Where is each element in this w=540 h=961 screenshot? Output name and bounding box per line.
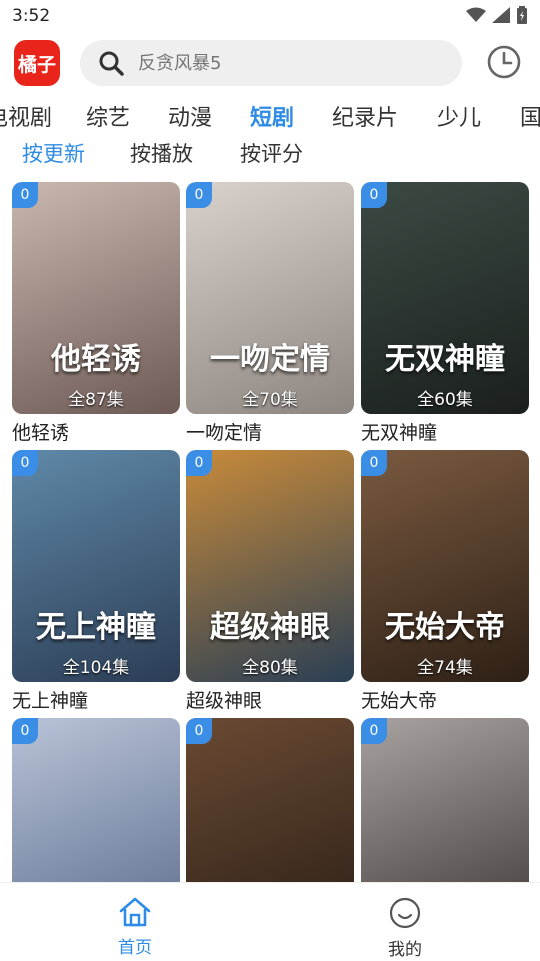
drama-poster[interactable]: 他轻诱 0 全87集 bbox=[12, 182, 180, 414]
drama-card[interactable]: 0 bbox=[186, 718, 354, 882]
tab-tv[interactable]: 电视剧 bbox=[0, 100, 52, 132]
wifi-icon bbox=[466, 7, 486, 22]
signal-icon bbox=[492, 7, 510, 23]
poster-title: 无双神瞳 bbox=[385, 342, 505, 377]
episode-count: 全87集 bbox=[68, 390, 124, 410]
drama-title[interactable]: 无双神瞳 bbox=[361, 418, 529, 445]
count-badge: 0 bbox=[186, 718, 212, 744]
drama-card[interactable]: 0 bbox=[12, 718, 180, 882]
episode-count: 全74集 bbox=[417, 658, 473, 678]
drama-card[interactable]: 无上神瞳 0 全104集 无上神瞳 bbox=[12, 450, 180, 713]
drama-card[interactable]: 无双神瞳 0 全60集 无双神瞳 bbox=[361, 182, 529, 445]
drama-poster[interactable]: 0 bbox=[12, 718, 180, 882]
tab-documentary[interactable]: 纪录片 bbox=[332, 100, 398, 132]
count-badge: 0 bbox=[12, 450, 38, 476]
drama-poster[interactable]: 无双神瞳 0 全60集 bbox=[361, 182, 529, 414]
episode-count: 全70集 bbox=[242, 390, 298, 410]
count-badge: 0 bbox=[12, 718, 38, 744]
drama-title[interactable]: 无上神瞳 bbox=[12, 686, 180, 713]
count-badge: 0 bbox=[12, 182, 38, 208]
tab-kids[interactable]: 少儿 bbox=[437, 100, 481, 132]
count-badge: 0 bbox=[186, 450, 212, 476]
history-icon[interactable] bbox=[486, 44, 522, 80]
episode-count: 全80集 bbox=[242, 658, 298, 678]
drama-poster[interactable]: 0 bbox=[361, 718, 529, 882]
drama-card[interactable]: 他轻诱 0 全87集 他轻诱 bbox=[12, 182, 180, 445]
sort-by-rating[interactable]: 按评分 bbox=[240, 138, 303, 168]
drama-title[interactable]: 他轻诱 bbox=[12, 418, 180, 445]
episode-count: 全60集 bbox=[417, 390, 473, 410]
drama-poster[interactable]: 一吻定情 0 全70集 bbox=[186, 182, 354, 414]
count-badge: 0 bbox=[186, 182, 212, 208]
drama-poster[interactable]: 0 bbox=[186, 718, 354, 882]
status-bar: 3:52 bbox=[0, 0, 540, 32]
poster-title: 超级神眼 bbox=[210, 610, 330, 645]
home-icon bbox=[119, 897, 151, 927]
episode-count: 全104集 bbox=[62, 658, 130, 678]
poster-title: 他轻诱 bbox=[51, 342, 141, 377]
bottom-nav: 首页 我的 bbox=[0, 882, 540, 961]
drama-card[interactable]: 超级神眼 0 全80集 超级神眼 bbox=[186, 450, 354, 713]
tab-variety[interactable]: 综艺 bbox=[86, 100, 130, 132]
drama-poster[interactable]: 无始大帝 0 全74集 bbox=[361, 450, 529, 682]
search-bar[interactable] bbox=[80, 40, 462, 86]
header: 橘子 bbox=[0, 34, 540, 92]
sort-by-plays[interactable]: 按播放 bbox=[130, 138, 193, 168]
drama-grid: 他轻诱 0 全87集 他轻诱 一吻定情 0 全70集 一吻定情 无双神瞳 0 全… bbox=[0, 180, 540, 882]
tab-short-drama[interactable]: 短剧 bbox=[250, 100, 294, 132]
poster-title: 无上神瞳 bbox=[36, 610, 156, 645]
search-input[interactable] bbox=[136, 51, 440, 75]
search-icon bbox=[99, 51, 124, 76]
nav-home[interactable]: 首页 bbox=[95, 897, 175, 958]
drama-card[interactable]: 0 bbox=[361, 718, 529, 882]
sort-tabs: 按更新 按播放 按评分 bbox=[0, 138, 540, 174]
drama-poster[interactable]: 无上神瞳 0 全104集 bbox=[12, 450, 180, 682]
smiley-icon bbox=[389, 897, 421, 929]
poster-title: 一吻定情 bbox=[210, 342, 330, 377]
drama-card[interactable]: 无始大帝 0 全74集 无始大帝 bbox=[361, 450, 529, 713]
nav-me[interactable]: 我的 bbox=[365, 897, 445, 960]
count-badge: 0 bbox=[361, 450, 387, 476]
status-time: 3:52 bbox=[12, 6, 51, 26]
app-logo[interactable]: 橘子 bbox=[14, 40, 60, 86]
drama-card[interactable]: 一吻定情 0 全70集 一吻定情 bbox=[186, 182, 354, 445]
drama-title[interactable]: 无始大帝 bbox=[361, 686, 529, 713]
poster-title: 无始大帝 bbox=[385, 610, 505, 645]
count-badge: 0 bbox=[361, 718, 387, 744]
tab-anime[interactable]: 动漫 bbox=[168, 100, 212, 132]
tab-more[interactable]: 国 bbox=[520, 100, 540, 132]
count-badge: 0 bbox=[361, 182, 387, 208]
nav-me-label: 我的 bbox=[388, 940, 422, 960]
battery-icon bbox=[517, 6, 527, 24]
drama-title[interactable]: 一吻定情 bbox=[186, 418, 354, 445]
nav-home-label: 首页 bbox=[118, 938, 152, 958]
drama-poster[interactable]: 超级神眼 0 全80集 bbox=[186, 450, 354, 682]
category-tabs: 电视剧 综艺 动漫 短剧 纪录片 少儿 国 bbox=[0, 100, 540, 140]
status-icons bbox=[466, 6, 528, 24]
sort-by-update[interactable]: 按更新 bbox=[22, 138, 85, 168]
drama-title[interactable]: 超级神眼 bbox=[186, 686, 354, 713]
